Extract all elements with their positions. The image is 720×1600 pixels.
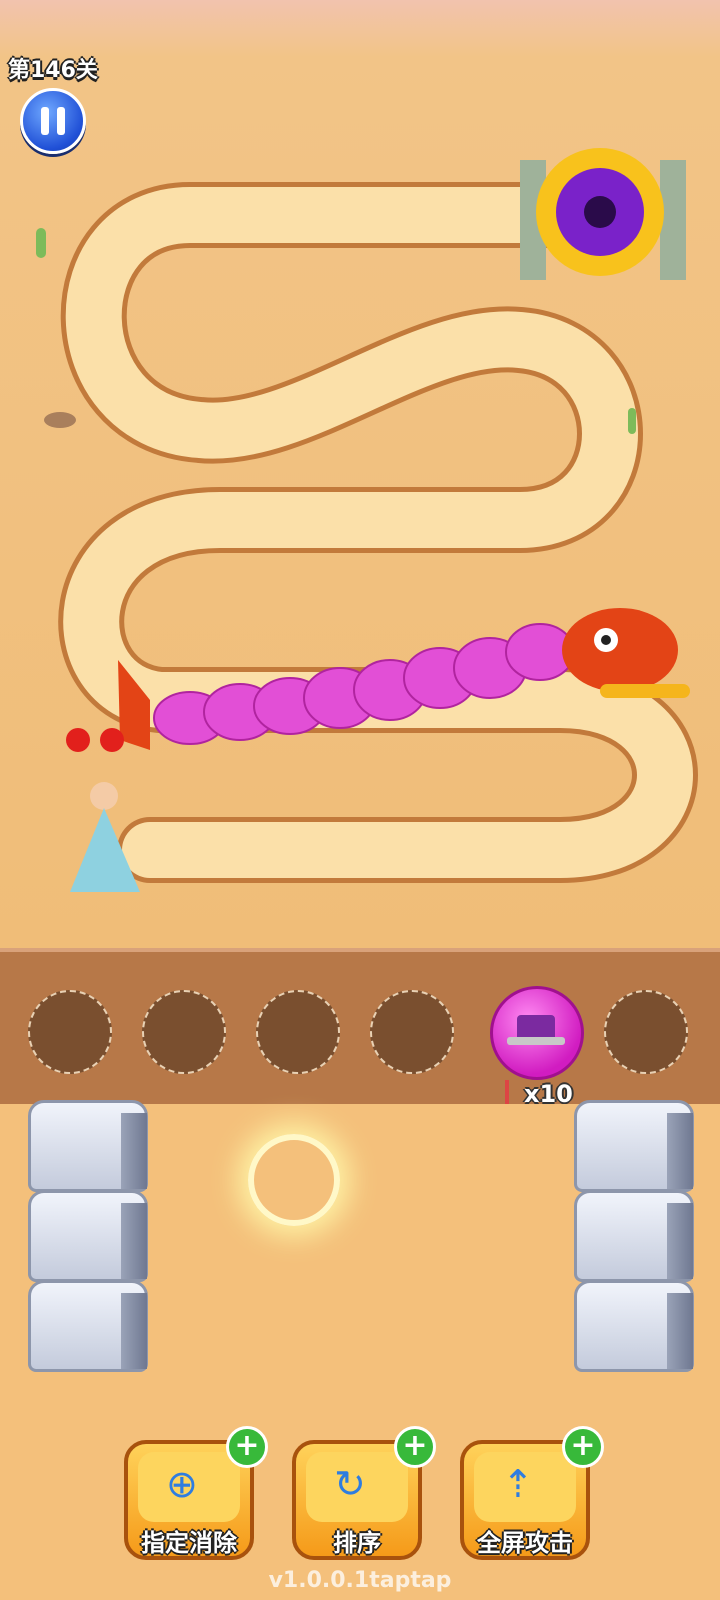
button-label: 排序 [333, 1529, 381, 1557]
pause-button[interactable] [20, 88, 86, 154]
winding-path [36, 148, 698, 892]
empty-slot[interactable] [604, 990, 688, 1074]
plus-icon[interactable]: + [226, 1426, 268, 1468]
level-label: 第146关 [8, 58, 98, 83]
full-screen-attack-button[interactable]: ⇡ 全屏攻击 + [460, 1426, 604, 1560]
heart-icon [66, 728, 124, 752]
game-board: 第146关 [0, 0, 720, 948]
hat-gem-slot[interactable] [490, 986, 584, 1080]
empty-slot[interactable] [28, 990, 112, 1074]
stone-block[interactable] [574, 1100, 694, 1192]
full-screen-attack-icon: ⇡ [502, 1462, 534, 1506]
plus-icon[interactable]: + [394, 1426, 436, 1468]
empty-slot[interactable] [370, 990, 454, 1074]
hat-brim [507, 1037, 565, 1045]
button-label: 指定消除 [141, 1529, 237, 1557]
slot-tray [0, 948, 720, 1108]
version-label: v1.0.0.1taptap [268, 1568, 452, 1593]
glow-spawn-icon [248, 1134, 340, 1226]
stone-block[interactable] [574, 1280, 694, 1372]
stone-block[interactable] [574, 1190, 694, 1282]
stone-block[interactable] [28, 1280, 148, 1372]
rock-icon [44, 412, 76, 428]
button-label: 全屏攻击 [477, 1529, 573, 1557]
portal-icon [520, 148, 686, 280]
target-tap-icon: ⊕ [166, 1462, 198, 1506]
empty-slot[interactable] [256, 990, 340, 1074]
stone-block[interactable] [28, 1190, 148, 1282]
shuffle-hand-icon: ↻ [334, 1462, 366, 1506]
plus-icon[interactable]: + [562, 1426, 604, 1468]
stone-block[interactable] [28, 1100, 148, 1192]
sort-button[interactable]: ↻ 排序 + [292, 1426, 436, 1560]
empty-slot[interactable] [142, 990, 226, 1074]
targeted-remove-button[interactable]: ⊕ 指定消除 + [124, 1426, 268, 1560]
